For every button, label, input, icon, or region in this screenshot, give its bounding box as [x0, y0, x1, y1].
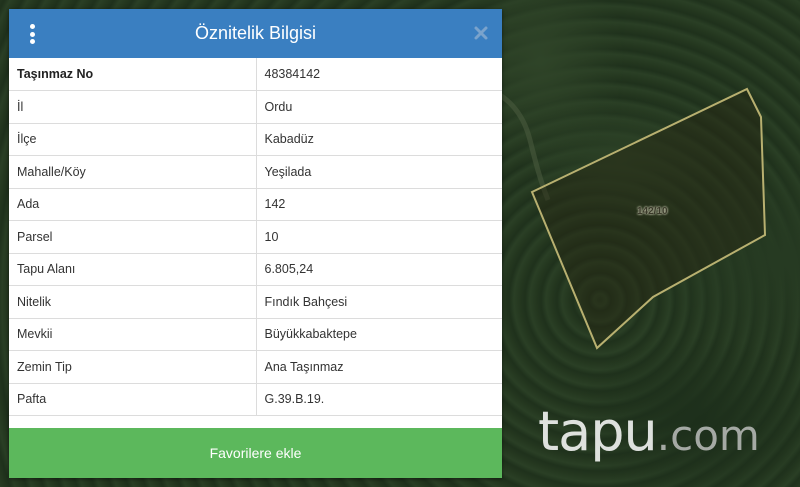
attribute-value: 142	[256, 188, 502, 221]
attribute-key: Tapu Alanı	[9, 253, 257, 286]
table-row: Tapu Alanı 6.805,24	[9, 253, 502, 286]
attribute-key: Ada	[9, 188, 257, 221]
attribute-key: Mevkii	[9, 318, 257, 351]
attribute-key: Zemin Tip	[9, 350, 257, 384]
attribute-value: Ana Taşınmaz	[256, 350, 502, 384]
close-icon[interactable]	[473, 25, 489, 41]
table-row: Parsel 10	[9, 220, 502, 254]
dialog-header: Öznitelik Bilgisi	[9, 9, 502, 58]
attribute-value: Kabadüz	[256, 123, 502, 156]
attribute-key: Nitelik	[9, 285, 257, 319]
attribute-value: 48384142	[256, 58, 502, 91]
parcel-label: 142/10	[637, 206, 668, 217]
table-row: Pafta G.39.B.19.	[9, 383, 502, 416]
attribute-key: Parsel	[9, 220, 257, 254]
table-row: Mahalle/Köy Yeşilada	[9, 155, 502, 189]
table-row: Ada 142	[9, 188, 502, 221]
attribute-info-dialog: Öznitelik Bilgisi Taşınmaz No 48384142 İl O…	[9, 9, 502, 478]
table-row: İl Ordu	[9, 90, 502, 124]
table-row: Zemin Tip Ana Taşınmaz	[9, 350, 502, 384]
attribute-key: İl	[9, 90, 257, 124]
attribute-value: 6.805,24	[256, 253, 502, 286]
attribute-value: 10	[256, 220, 502, 254]
attribute-key: Pafta	[9, 383, 257, 416]
attribute-value: G.39.B.19.	[256, 383, 502, 416]
table-row: Taşınmaz No 48384142	[9, 58, 502, 91]
attribute-key: Taşınmaz No	[9, 58, 257, 91]
attribute-table: Taşınmaz No 48384142 İl Ordu İlçe Kabadüz Maha…	[9, 58, 502, 416]
attribute-value: Büyükkabaktepe	[256, 318, 502, 351]
attribute-key: İlçe	[9, 123, 257, 156]
table-row: Mevkii Büyükkabaktepe	[9, 318, 502, 351]
parcel-polygon[interactable]	[530, 87, 767, 350]
attribute-key: Mahalle/Köy	[9, 155, 257, 189]
vertical-dots-icon[interactable]	[25, 24, 39, 44]
table-row: İlçe Kabadüz	[9, 123, 502, 156]
table-row: Nitelik Fındık Bahçesi	[9, 285, 502, 319]
add-to-favorites-button[interactable]: Favorilere ekle	[9, 428, 502, 478]
dialog-title: Öznitelik Bilgisi	[194, 23, 317, 43]
tapu-watermark-logo: tapu.com	[538, 400, 760, 463]
attribute-value: Yeşilada	[256, 155, 502, 189]
attribute-value: Ordu	[256, 90, 502, 124]
attribute-value: Fındık Bahçesi	[256, 285, 502, 319]
